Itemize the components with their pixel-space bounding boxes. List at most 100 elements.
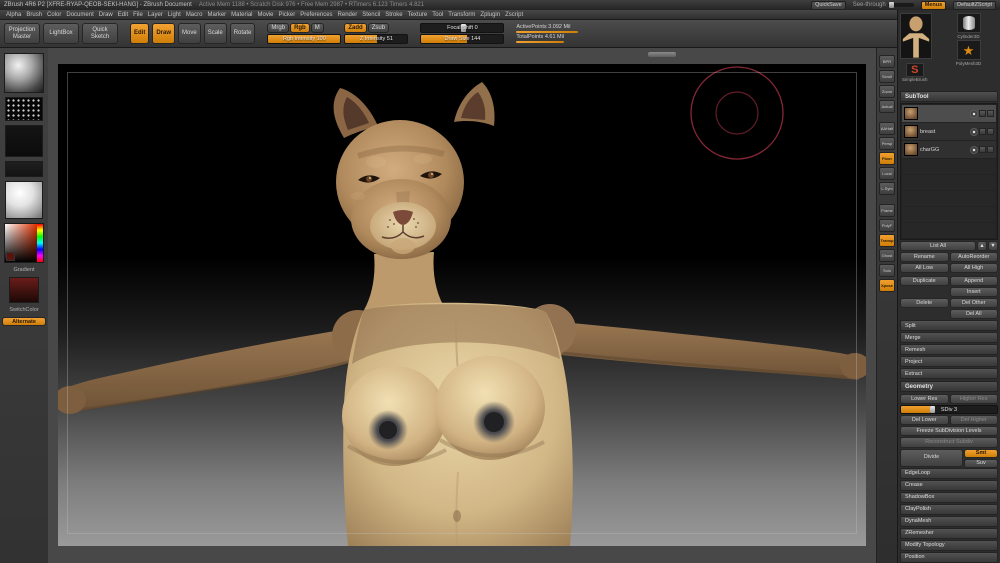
subtool-row[interactable]: breast — [902, 123, 996, 140]
right-shelf-icon[interactable]: Transp — [879, 234, 895, 247]
rotate-button[interactable]: Rotate — [230, 23, 256, 44]
polypaint-toggle-icon[interactable] — [979, 128, 986, 135]
subtool-empty-slot[interactable] — [902, 159, 996, 174]
del-other-button[interactable]: Del Other — [950, 298, 999, 308]
subtool-subsection-bar[interactable]: Project — [900, 356, 998, 367]
del-all-button[interactable]: Del All — [950, 309, 999, 319]
cylinder3d-tool-thumbnail[interactable] — [957, 13, 981, 33]
polymesh3d-tool-thumbnail[interactable]: ★ — [957, 40, 981, 60]
subtool-section-header[interactable]: SubTool — [900, 91, 998, 102]
delete-button[interactable]: Delete — [900, 298, 949, 308]
material-thumbnail[interactable] — [5, 181, 43, 219]
geometry-subsection-bar[interactable]: Crease — [900, 480, 998, 491]
subtool-row[interactable]: charGG — [902, 141, 996, 158]
menu-item[interactable]: Light — [168, 12, 181, 18]
scale-button[interactable]: Scale — [204, 23, 227, 44]
right-shelf-icon[interactable]: Xpose — [879, 279, 895, 292]
current-brush-thumbnail[interactable] — [4, 53, 44, 93]
z-intensity-slider[interactable]: Z Intensity 51 — [344, 34, 408, 44]
alpha-thumbnail[interactable] — [5, 125, 43, 157]
subtool-empty-slot[interactable] — [902, 207, 996, 222]
right-shelf-icon[interactable]: Local — [879, 167, 895, 180]
current-tool-thumbnail[interactable] — [900, 13, 932, 59]
menu-item[interactable]: Macro — [186, 12, 203, 18]
menu-item[interactable]: Brush — [26, 12, 42, 18]
geometry-subsection-bar[interactable]: DynaMesh — [900, 516, 998, 527]
menu-item[interactable]: Layer — [148, 12, 163, 18]
menu-item[interactable]: Movie — [258, 12, 274, 18]
subtool-down-button[interactable]: ▼ — [988, 241, 998, 251]
menu-item[interactable]: Edit — [118, 12, 128, 18]
geometry-subsection-bar[interactable]: ShadowBox — [900, 492, 998, 503]
higher-res-button[interactable]: Higher Res — [950, 394, 999, 404]
polypaint-toggle-icon[interactable] — [979, 110, 986, 117]
color-picker[interactable] — [4, 223, 44, 263]
smt-toggle[interactable]: Smt — [964, 449, 998, 458]
texture-thumbnail[interactable] — [5, 161, 43, 177]
rgb-intensity-slider[interactable]: Rgb Intensity 100 — [267, 34, 341, 44]
menu-item[interactable]: Preferences — [300, 12, 332, 18]
right-shelf-icon[interactable]: Persp — [879, 137, 895, 150]
visibility-eye-icon[interactable] — [970, 146, 978, 154]
menu-item[interactable]: File — [133, 12, 143, 18]
menu-item[interactable]: Render — [338, 12, 358, 18]
subtool-empty-slot[interactable] — [902, 223, 996, 238]
duplicate-button[interactable]: Duplicate — [900, 276, 949, 286]
subtool-subsection-bar[interactable]: Extract — [900, 368, 998, 379]
append-button[interactable]: Append — [950, 276, 999, 286]
right-shelf-icon[interactable]: Solo — [879, 264, 895, 277]
menu-item[interactable]: Zscript — [505, 12, 523, 18]
geometry-subsection-bar[interactable]: ClayPolish — [900, 504, 998, 515]
alternate-button[interactable]: Alternate — [2, 317, 46, 326]
subtool-subsection-bar[interactable]: Remesh — [900, 344, 998, 355]
right-shelf-icon[interactable]: Actual — [879, 100, 895, 113]
geometry-subsection-bar[interactable]: EdgeLoop — [900, 468, 998, 479]
right-shelf-icon[interactable]: Ghost — [879, 249, 895, 262]
right-shelf-icon[interactable]: L.Sym — [879, 182, 895, 195]
menu-item[interactable]: Alpha — [6, 12, 21, 18]
del-lower-button[interactable]: Del Lower — [900, 415, 949, 425]
subtool-empty-slot[interactable] — [902, 175, 996, 190]
geometry-subsection-bar[interactable]: ZRemesher — [900, 528, 998, 539]
zadd-button[interactable]: Zadd — [344, 23, 366, 34]
canvas-area[interactable] — [48, 48, 876, 563]
subtool-subsection-bar[interactable]: Merge — [900, 332, 998, 343]
quicksave-button[interactable]: QuickSave — [811, 1, 846, 10]
menu-item[interactable]: Transform — [448, 12, 475, 18]
visibility-eye-icon[interactable] — [970, 128, 978, 136]
quick-sketch-button[interactable]: Quick Sketch — [82, 23, 118, 44]
autoreorder-button[interactable]: AutoReorder — [950, 252, 999, 262]
subtool-empty-slot[interactable] — [902, 191, 996, 206]
insert-button[interactable]: Insert — [950, 287, 999, 297]
switchcolor-button[interactable]: SwitchColor — [9, 307, 38, 313]
menu-item[interactable]: Stencil — [362, 12, 380, 18]
gradient-swatch[interactable] — [9, 277, 39, 303]
stroke-thumbnail[interactable] — [5, 97, 43, 121]
projection-master-button[interactable]: Projection Master — [4, 23, 40, 44]
menus-toggle[interactable]: Menus — [921, 1, 946, 10]
right-shelf-icon[interactable]: Scroll — [879, 70, 895, 83]
draw-size-slider[interactable]: Draw Size 144 — [420, 34, 504, 44]
sculpt-model-view[interactable] — [58, 64, 866, 546]
sdiv-slider[interactable]: SDiv 3 — [900, 405, 998, 414]
del-higher-button[interactable]: Del Higher — [950, 415, 999, 425]
mask-toggle-icon[interactable] — [987, 146, 994, 153]
geometry-subsection-bar[interactable]: Position — [900, 552, 998, 563]
right-shelf-icon[interactable]: BPR — [879, 55, 895, 68]
default-zscript-button[interactable]: DefaultZScript — [953, 1, 996, 10]
freeze-subdivision-button[interactable]: Freeze SubDivision Levels — [900, 426, 998, 436]
menu-item[interactable]: Stroke — [385, 12, 402, 18]
mrgb-button[interactable]: Mrgb — [267, 23, 289, 34]
menu-item[interactable]: Tool — [432, 12, 443, 18]
geometry-subsection-bar[interactable]: Modify Topology — [900, 540, 998, 551]
see-through-control[interactable]: See-through — [853, 2, 914, 8]
menu-item[interactable]: Picker — [279, 12, 296, 18]
right-shelf-icon[interactable]: Floor — [879, 152, 895, 165]
polypaint-toggle-icon[interactable] — [979, 146, 986, 153]
all-low-button[interactable]: All Low — [900, 263, 949, 273]
menu-item[interactable]: Zplugin — [480, 12, 500, 18]
simplebrush-tool-thumbnail[interactable]: S — [906, 63, 924, 77]
mask-toggle-icon[interactable] — [987, 110, 994, 117]
list-all-button[interactable]: List All — [900, 241, 976, 251]
subtool-row[interactable] — [902, 105, 996, 122]
